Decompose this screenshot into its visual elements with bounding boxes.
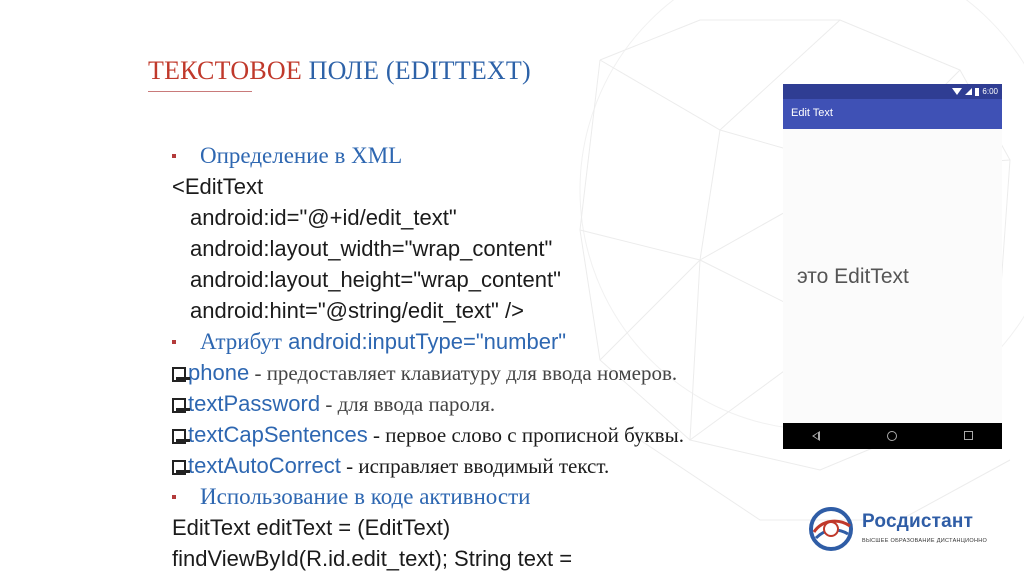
bullet-square-icon [172, 154, 176, 158]
checkbox-bullet-icon [172, 367, 190, 382]
title-underline [148, 91, 252, 92]
input-type-item: textCapSentences - первое слово с пропис… [172, 419, 812, 450]
edit-text-field[interactable]: это EditText [797, 265, 909, 289]
back-icon[interactable] [812, 431, 820, 441]
checkbox-bullet-icon [172, 398, 190, 413]
xml-line: android:id="@+id/edit_text" [190, 205, 457, 230]
xml-line: android:layout_width="wrap_content" [190, 236, 553, 261]
android-phone-screenshot: 6:00 Edit Text это EditText [783, 84, 1002, 449]
bullet-xml-definition: Определение в XML [172, 140, 812, 171]
slide-content: Определение в XML <EditText android:id="… [172, 140, 812, 574]
battery-icon [975, 87, 980, 96]
app-title: Edit Text [791, 107, 833, 119]
input-type-item: textAutoCorrect - исправляет вводимый те… [172, 450, 812, 481]
navigation-bar [783, 423, 1002, 449]
checkbox-bullet-icon [172, 460, 190, 475]
signal-icon [965, 88, 973, 95]
code-line: findViewById(R.id.edit_text); String tex… [172, 546, 573, 571]
logo-subtitle: ВЫСШЕЕ ОБРАЗОВАНИЕ ДИСТАНЦИОННО [862, 538, 988, 544]
checkbox-bullet-icon [172, 429, 190, 444]
logo-name: Росдистант [862, 511, 974, 532]
bullet-square-icon [172, 340, 176, 344]
status-time: 6:00 [982, 87, 998, 96]
xml-line: <EditText [172, 174, 264, 199]
input-type-item: textPassword - для ввода пароля. [172, 388, 812, 419]
app-bar: Edit Text [783, 99, 1002, 129]
code-line: EditText editText = (EditText) [172, 515, 451, 540]
title-part1: ТЕКСТОВОЕ [148, 56, 302, 85]
title-part2: ПОЛЕ (EDITTEXT) [308, 56, 531, 85]
slide-title: ТЕКСТОВОЕ ПОЛЕ (EDITTEXT) [148, 56, 531, 86]
bullet-activity-usage: Использование в коде активности [172, 481, 812, 512]
status-bar: 6:00 [783, 84, 1002, 99]
xml-line: android:hint="@string/edit_text" /> [190, 298, 524, 323]
rosdistant-logo: Росдистант ВЫСШЕЕ ОБРАЗОВАНИЕ ДИСТАНЦИОН… [808, 506, 998, 554]
recent-apps-icon[interactable] [964, 431, 973, 440]
input-type-item: phone - предоставляет клавиатуру для вво… [172, 357, 812, 388]
bullet-square-icon [172, 495, 176, 499]
rosdistant-emblem-icon [809, 507, 853, 551]
xml-line: android:layout_height="wrap_content" [190, 267, 561, 292]
home-icon[interactable] [887, 431, 897, 441]
wifi-icon [952, 88, 963, 95]
bullet-input-type: Атрибут android:inputType="number" [172, 326, 812, 357]
